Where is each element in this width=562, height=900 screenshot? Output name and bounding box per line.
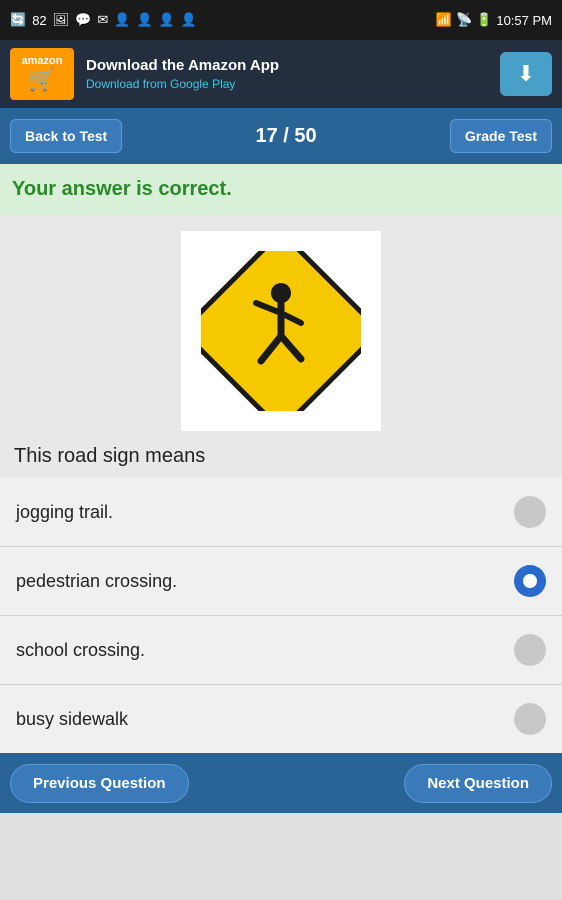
nav-bar: Back to Test 17 / 50 Grade Test — [0, 108, 562, 164]
back-to-test-button[interactable]: Back to Test — [10, 119, 122, 153]
question-text: This road sign means — [0, 445, 562, 468]
ad-banner[interactable]: amazon 🛒 Download the Amazon App Downloa… — [0, 40, 562, 108]
answer-label-b: pedestrian crossing. — [16, 571, 177, 592]
amazon-logo: amazon 🛒 — [10, 48, 74, 100]
charging-icon: 🔋 — [476, 12, 492, 28]
radio-a[interactable] — [514, 496, 546, 528]
radio-c[interactable] — [514, 634, 546, 666]
sync-icon: 🔄 — [10, 12, 26, 28]
previous-question-button[interactable]: Previous Question — [10, 764, 189, 803]
answer-option-a[interactable]: jogging trail. — [0, 478, 562, 547]
answer-status-bar: Your answer is correct. — [0, 164, 562, 215]
grade-test-button[interactable]: Grade Test — [450, 119, 552, 153]
ad-download-button[interactable]: ⬇ — [500, 52, 552, 96]
answer-correct-message: Your answer is correct. — [12, 178, 232, 200]
photo-icon: 🖼 — [53, 12, 70, 28]
ad-title: Download the Amazon App — [86, 57, 488, 74]
ad-subtitle: Download from Google Play — [86, 77, 488, 91]
ad-text-block: Download the Amazon App Download from Go… — [86, 57, 488, 91]
user-icon-2: 👤 — [136, 12, 152, 28]
next-question-button[interactable]: Next Question — [404, 764, 552, 803]
answer-option-b[interactable]: pedestrian crossing. — [0, 547, 562, 616]
question-area: This road sign means — [0, 215, 562, 478]
status-left-icons: 🔄 82 🖼 💬 ✉ 👤 👤 👤 👤 — [10, 12, 197, 28]
battery-percent: 82 — [32, 13, 46, 28]
answer-label-a: jogging trail. — [16, 502, 113, 523]
radio-inner-b — [523, 574, 537, 588]
status-right-icons: 📶 📡 🔋 10:57 PM — [436, 12, 552, 28]
question-counter: 17 / 50 — [255, 125, 316, 148]
road-sign-image — [181, 231, 381, 431]
answer-label-c: school crossing. — [16, 640, 145, 661]
user-icon-3: 👤 — [159, 12, 175, 28]
answer-option-c[interactable]: school crossing. — [0, 616, 562, 685]
time-display: 10:57 PM — [496, 13, 552, 28]
answer-option-d[interactable]: busy sidewalk — [0, 685, 562, 753]
user-icon-1: 👤 — [114, 12, 130, 28]
cart-icon: 🛒 — [28, 67, 55, 93]
wifi-icon: 📶 — [436, 12, 452, 28]
radio-d[interactable] — [514, 703, 546, 735]
answers-area: jogging trail. pedestrian crossing. scho… — [0, 478, 562, 753]
user-icon-4: 👤 — [181, 12, 197, 28]
email-icon: ✉ — [97, 12, 108, 28]
status-bar: 🔄 82 🖼 💬 ✉ 👤 👤 👤 👤 📶 📡 🔋 10:57 PM — [0, 0, 562, 40]
pedestrian-crossing-sign — [201, 251, 361, 411]
sms-icon: 💬 — [75, 12, 91, 28]
signal-icon: 📡 — [456, 12, 472, 28]
radio-b[interactable] — [514, 565, 546, 597]
bottom-nav: Previous Question Next Question — [0, 753, 562, 813]
answer-label-d: busy sidewalk — [16, 709, 128, 730]
